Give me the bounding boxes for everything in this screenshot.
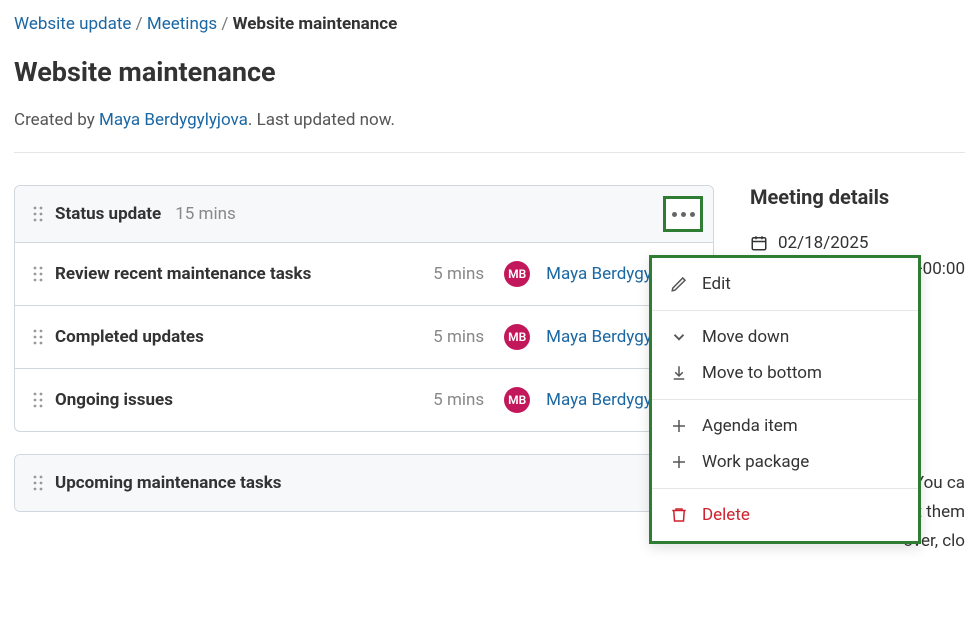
agenda-item-duration: 5 mins (433, 327, 484, 347)
detail-date: 02/18/2025 (778, 233, 868, 253)
pencil-icon (670, 275, 688, 293)
breadcrumb-current: Website maintenance (233, 14, 398, 34)
agenda-section-header[interactable]: Status update 15 mins (15, 186, 713, 242)
agenda-item-duration: 5 mins (433, 390, 484, 410)
menu-agenda-item[interactable]: Agenda item (652, 408, 918, 444)
drag-handle-icon[interactable] (33, 206, 45, 222)
context-menu: Edit Move down Move to bottom (649, 255, 921, 544)
section-duration: 15 mins (175, 204, 236, 224)
plus-icon (670, 417, 688, 435)
agenda-item-title: Completed updates (55, 327, 204, 347)
menu-delete[interactable]: Delete (652, 497, 918, 533)
agenda-item[interactable]: Ongoing issues 5 mins MB Maya Berdygylyj… (15, 368, 713, 431)
agenda-section-card: Upcoming maintenance tasks (14, 454, 714, 512)
trash-icon (670, 506, 688, 524)
drag-handle-icon[interactable] (33, 475, 45, 491)
menu-work-package[interactable]: Work package (652, 444, 918, 480)
breadcrumb-section[interactable]: Meetings (147, 14, 217, 34)
menu-label: Move down (702, 327, 789, 347)
page-title: Website maintenance (14, 56, 965, 88)
calendar-icon (750, 234, 768, 252)
details-heading: Meeting details (750, 185, 965, 209)
menu-label: Agenda item (702, 416, 798, 436)
menu-label: Delete (702, 505, 750, 525)
breadcrumb-project[interactable]: Website update (14, 14, 131, 34)
agenda-section-header[interactable]: Upcoming maintenance tasks (15, 455, 713, 511)
download-to-line-icon (670, 364, 688, 382)
breadcrumb: Website update / Meetings / Website main… (14, 14, 965, 34)
updated-suffix: . Last updated now. (248, 110, 395, 130)
section-title: Upcoming maintenance tasks (55, 473, 282, 493)
chevron-down-icon (670, 328, 688, 346)
menu-move-down[interactable]: Move down (652, 319, 918, 355)
avatar: MB (504, 387, 530, 413)
menu-edit[interactable]: Edit (652, 266, 918, 302)
menu-label: Move to bottom (702, 363, 822, 383)
avatar: MB (504, 324, 530, 350)
breadcrumb-sep: / (131, 14, 146, 34)
page-meta: Created by Maya Berdygylyjova. Last upda… (14, 110, 965, 153)
plus-icon (670, 453, 688, 471)
drag-handle-icon[interactable] (33, 266, 45, 282)
agenda-item-title: Ongoing issues (55, 390, 173, 410)
created-prefix: Created by (14, 110, 99, 130)
section-more-button[interactable] (663, 196, 703, 232)
agenda-section-card: Status update 15 mins Review recent main… (14, 185, 714, 432)
agenda-item[interactable]: Completed updates 5 mins MB Maya Berdygy… (15, 305, 713, 368)
detail-date-row: 02/18/2025 (750, 233, 965, 253)
creator-link[interactable]: Maya Berdygylyjova (99, 110, 248, 130)
menu-label: Work package (702, 452, 809, 472)
agenda-column: Status update 15 mins Review recent main… (14, 185, 714, 556)
agenda-item[interactable]: Review recent maintenance tasks 5 mins M… (15, 242, 713, 305)
menu-move-bottom[interactable]: Move to bottom (652, 355, 918, 391)
agenda-item-title: Review recent maintenance tasks (55, 264, 311, 284)
drag-handle-icon[interactable] (33, 392, 45, 408)
breadcrumb-sep: / (217, 14, 232, 34)
agenda-item-duration: 5 mins (433, 264, 484, 284)
drag-handle-icon[interactable] (33, 329, 45, 345)
menu-label: Edit (702, 274, 731, 294)
section-title: Status update (55, 204, 161, 224)
avatar: MB (504, 261, 530, 287)
